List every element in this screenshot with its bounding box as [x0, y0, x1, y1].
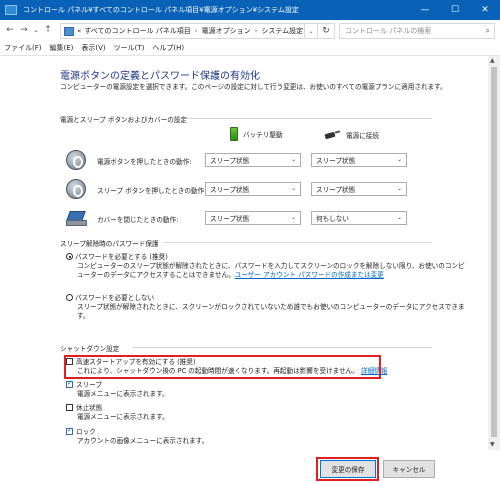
recent-locations-button[interactable]: ⌄ [30, 24, 42, 36]
power-button-icon [66, 150, 86, 170]
plugged-column-header: 電源に接続 [325, 130, 379, 140]
laptop-lid-icon [66, 211, 87, 226]
password-group-title: スリープ解除時のパスワード保護 [60, 240, 159, 248]
group-divider [132, 347, 432, 348]
scroll-up-icon[interactable]: ▲ [490, 57, 495, 64]
group-divider [163, 242, 432, 243]
scroll-down-icon[interactable]: ▼ [490, 441, 495, 448]
power-plug-icon [325, 131, 341, 139]
address-bar[interactable]: « すべてのコントロール パネル項目 › 電源オプション › システム設定 [60, 23, 305, 39]
lid-close-battery-select[interactable]: スリープ状態 ⌄ [205, 211, 301, 225]
menu-bar: ファイル(F) 編集(E) 表示(V) ツール(T) ヘルプ(H) [0, 41, 500, 55]
breadcrumb-separator: › [194, 27, 198, 35]
refresh-button[interactable]: ↻ [318, 23, 335, 39]
sleep-option[interactable]: スリープ 電源メニューに表示されます。 [66, 379, 169, 399]
select-value: スリープ状態 [210, 157, 250, 165]
window-title: コントロール パネル¥すべてのコントロール パネル項目¥電源オプション¥システム… [23, 6, 299, 14]
hibernate-option[interactable]: 休止状態 電源メニューに表示されます。 [66, 404, 169, 422]
chevron-down-icon: ⌄ [290, 156, 296, 163]
menu-view[interactable]: 表示(V) [81, 43, 105, 53]
group-divider [187, 118, 432, 119]
cancel-button[interactable]: キャンセル [383, 460, 435, 478]
select-value: 何もしない [316, 215, 349, 223]
select-value: スリープ状態 [316, 157, 356, 165]
address-dropdown-button[interactable]: ⌄ [305, 23, 318, 39]
page-description: コンピューターの電源設定を選択できます。このページの設定に対して行う変更は、お使… [60, 83, 447, 91]
battery-icon [230, 127, 238, 141]
sleep-button-battery-select[interactable]: スリープ状態 ⌄ [205, 182, 301, 196]
lid-close-label: カバーを閉じたときの動作: [97, 216, 179, 224]
sleep-button-label: スリープ ボタンを押したときの動作: [97, 187, 207, 195]
chevron-down-icon: ⌄ [396, 185, 402, 192]
scrollbar-thumb[interactable] [491, 67, 497, 437]
require-password-label: パスワードを必要とする (推奨) [75, 253, 168, 261]
require-password-radio[interactable] [66, 253, 73, 260]
address-toolbar: ← → ⌄ ↑ « すべてのコントロール パネル項目 › 電源オプション › シ… [0, 20, 500, 41]
chevron-down-icon: ⌄ [396, 156, 402, 163]
chevron-down-icon: ⌄ [290, 214, 296, 221]
breadcrumb-all-items[interactable]: すべてのコントロール パネル項目 [84, 26, 190, 36]
up-button[interactable]: ↑ [42, 24, 54, 36]
no-password-label: パスワードを必要としない [75, 294, 155, 302]
back-button[interactable]: ← [4, 24, 16, 36]
sleep-label: スリープ [76, 381, 102, 389]
settings-content: 電源ボタンの定義とパスワード保護の有効化 コンピューターの電源設定を選択できます… [0, 56, 488, 450]
battery-column-label: バッテリ駆動 [243, 131, 283, 139]
search-placeholder: コントロール パネルの検索 [345, 27, 432, 35]
lock-checkbox[interactable] [66, 426, 73, 435]
menu-edit[interactable]: 編集(E) [50, 43, 74, 53]
lock-option[interactable]: ロック アカウントの画像メニューに表示されます。 [66, 426, 209, 446]
breadcrumb-overflow[interactable]: « [77, 27, 81, 35]
power-button-plugged-select[interactable]: スリープ状態 ⌄ [311, 153, 407, 167]
no-password-description: スリープ状態が解除されたときに、スクリーンがロックされていないため誰でもお使いの… [77, 303, 465, 320]
menu-tools[interactable]: ツール(T) [114, 43, 145, 53]
require-password-option[interactable]: パスワードを必要とする (推奨) コンピューターのスリープ状態が解除されたときに… [66, 253, 466, 280]
sleep-button-plugged-select[interactable]: スリープ状態 ⌄ [311, 182, 407, 196]
lock-label: ロック [76, 428, 96, 436]
sleep-description: 電源メニューに表示されます。 [77, 390, 169, 398]
title-bar: コントロール パネル¥すべてのコントロール パネル項目¥電源オプション¥システム… [0, 0, 500, 20]
control-panel-icon [5, 5, 17, 15]
minimize-button[interactable]: — [410, 0, 440, 20]
footer-bar: 変更の保存 キャンセル [0, 450, 500, 483]
power-button-battery-select[interactable]: スリープ状態 ⌄ [205, 153, 301, 167]
lock-description: アカウントの画像メニューに表示されます。 [77, 437, 209, 445]
sleep-checkbox[interactable] [66, 379, 73, 388]
save-changes-button[interactable]: 変更の保存 [320, 460, 376, 478]
plugged-column-label: 電源に接続 [346, 132, 379, 140]
hibernate-description: 電源メニューに表示されます。 [77, 413, 169, 421]
forward-button[interactable]: → [18, 24, 30, 36]
select-value: スリープ状態 [210, 186, 250, 194]
hibernate-label: 休止状態 [76, 404, 103, 412]
change-password-link[interactable]: ユーザー アカウント パスワードの作成または変更 [235, 271, 384, 279]
battery-column-header: バッテリ駆動 [230, 127, 283, 141]
menu-file[interactable]: ファイル(F) [4, 43, 42, 53]
select-value: スリープ状態 [316, 186, 356, 194]
search-icon[interactable]: ⌕ [486, 26, 490, 36]
sleep-button-icon [66, 179, 86, 199]
chevron-down-icon: ⌄ [290, 185, 296, 192]
chevron-down-icon: ⌄ [396, 214, 402, 221]
shutdown-group-title: シャットダウン設定 [60, 345, 120, 353]
breadcrumb-power-options[interactable]: 電源オプション [202, 26, 251, 36]
select-value: スリープ状態 [210, 215, 250, 223]
menu-help[interactable]: ヘルプ(H) [152, 43, 184, 53]
page-title: 電源ボタンの定義とパスワード保護の有効化 [60, 71, 260, 82]
power-button-label: 電源ボタンを押したときの動作: [97, 158, 192, 166]
breadcrumb-separator: › [254, 27, 258, 35]
power-buttons-group-title: 電源とスリープ ボタンおよびカバーの設定 [60, 116, 187, 124]
fast-startup-highlight [64, 355, 381, 379]
close-button[interactable]: ✕ [470, 0, 500, 20]
no-password-radio[interactable] [66, 294, 73, 301]
control-panel-icon [64, 26, 74, 36]
maximize-button[interactable]: ☐ [440, 0, 470, 20]
lid-close-plugged-select[interactable]: 何もしない ⌄ [311, 211, 407, 225]
hibernate-checkbox[interactable] [66, 404, 73, 411]
breadcrumb-system-settings[interactable]: システム設定 [261, 26, 303, 36]
search-input[interactable]: コントロール パネルの検索 ⌕ [339, 23, 495, 39]
no-password-option[interactable]: パスワードを必要としない スリープ状態が解除されたときに、スクリーンがロックされ… [66, 294, 466, 321]
vertical-scrollbar[interactable]: ▲ ▼ [488, 56, 500, 450]
